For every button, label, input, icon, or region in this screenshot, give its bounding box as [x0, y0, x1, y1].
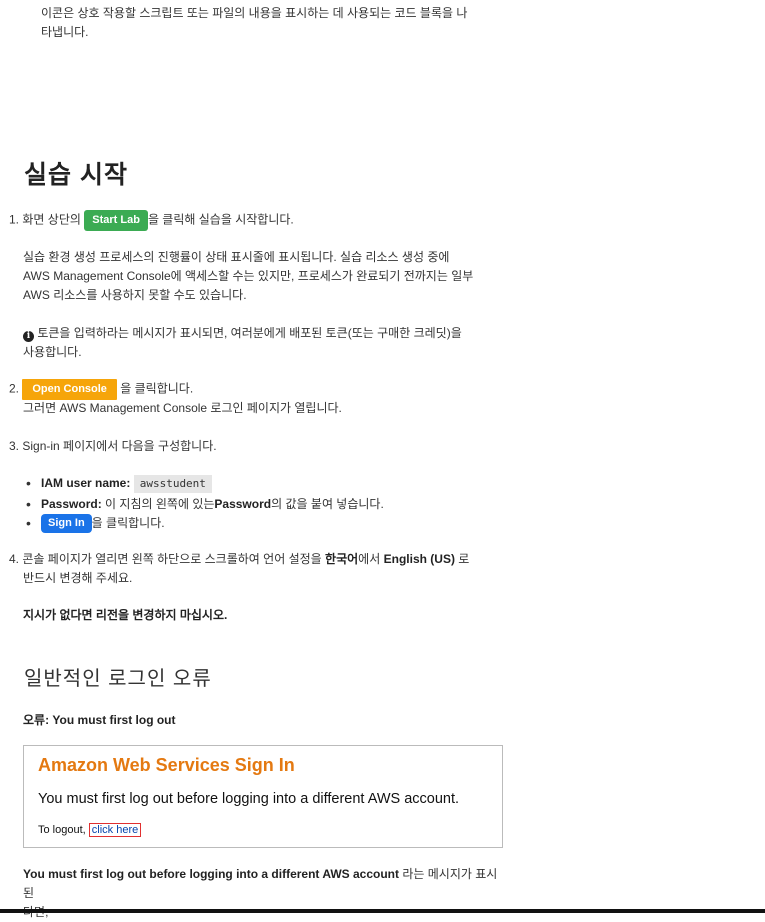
list-item: • Sign In 을 클릭합니다. [23, 514, 493, 535]
region-warning: 지시가 없다면 리전을 변경하지 마십시오. [23, 608, 228, 622]
step-2-note: 그러면 AWS Management Console 로그인 페이지가 열립니다… [23, 401, 342, 415]
signin-box-title: Amazon Web Services Sign In [38, 755, 295, 775]
list-item: • Password: 이 지침의 왼쪽에 있는Password의 값을 붙여 … [26, 496, 384, 512]
intro-text: 이콘은 상호 작용할 스크립트 또는 파일의 내용을 표시하는 데 사용되는 코… [41, 6, 468, 39]
step-4: 4. 콘솔 페이지가 열리면 왼쪽 하단으로 스크롤하여 언어 설정을 한국어에… [9, 552, 470, 566]
start-lab-button[interactable]: Start Lab [84, 210, 148, 231]
step-3-list: • IAM user name: awsstudent • Password: … [23, 474, 493, 535]
section-title: 실습 시작 [24, 161, 128, 189]
signin-box-message: You must first log out before logging in… [38, 791, 460, 807]
signin-box-logout: To logout, click here [38, 823, 142, 837]
step-3: 3. Sign-in 페이지에서 다음을 구성합니다. [9, 439, 217, 453]
sign-in-button[interactable]: Sign In [41, 514, 92, 534]
step-2: 2. Open Console 을 클릭합니다. [9, 379, 193, 400]
iam-username-code[interactable]: awsstudent [133, 475, 212, 493]
click-here-link[interactable]: click here [88, 823, 142, 837]
bottom-text: You must first log out before logging in… [23, 867, 498, 919]
step-1-description: 실습 환경 생성 프로세스의 진행률이 상태 표시줄에 표시됩니다. 실습 리소… [23, 250, 474, 302]
bottom-divider [0, 909, 765, 913]
info-icon: i [23, 331, 34, 342]
error-label: 오류: You must first log out [23, 713, 176, 727]
errors-title: 일반적인 로그인 오류 [24, 668, 212, 690]
step-4-line2: 반드시 변경해 주세요. [23, 571, 133, 585]
token-info: i 토큰을 입력하라는 메시지가 표시되면, 여러분에게 배포된 토큰(또는 구… [23, 326, 462, 359]
open-console-button[interactable]: Open Console [22, 379, 117, 400]
list-item: • IAM user name: awsstudent [23, 474, 493, 495]
aws-signin-error-image: Amazon Web Services Sign In You must fir… [23, 745, 503, 848]
step-1: 1. 화면 상단의 Start Lab 을 클릭해 실습을 시작합니다. [9, 210, 294, 231]
